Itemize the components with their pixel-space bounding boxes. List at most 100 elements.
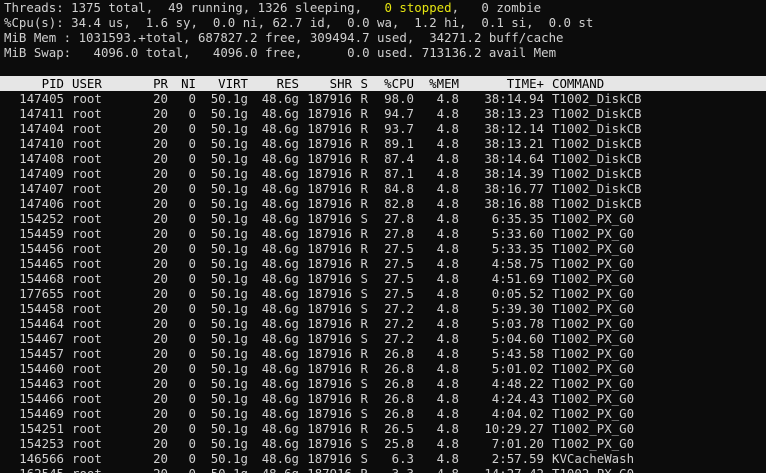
process-row[interactable]: 154253 root 20 0 50.1g 48.6g 187916 S 25.8 4.8 7:0… (0, 436, 766, 451)
process-state: S (360, 406, 368, 421)
threads-summary-line: Threads: 1375 total, 49 running, 1326 sl… (0, 0, 766, 15)
process-mem-percent: 4.8 (436, 316, 459, 331)
process-row[interactable]: 154469 root 20 0 50.1g 48.6g 187916 S 26.8 4.8 4:0… (0, 406, 766, 421)
process-user: root (72, 226, 102, 241)
process-pid: 154463 (19, 376, 64, 391)
column-header-mem: %MEM (429, 76, 459, 91)
process-row[interactable]: 154463 root 20 0 50.1g 48.6g 187916 S 26.8 4.8 4:4… (0, 376, 766, 391)
process-virt: 50.1g (210, 196, 248, 211)
process-cpu-time: 5:01.02 (491, 361, 544, 376)
process-row[interactable]: 154456 root 20 0 50.1g 48.6g 187916 R 27.5 4.8 5:3… (0, 241, 766, 256)
process-user: root (72, 376, 102, 391)
process-row[interactable]: 154466 root 20 0 50.1g 48.6g 187916 R 26.8 4.8 4:2… (0, 391, 766, 406)
process-nice: 0 (188, 331, 196, 346)
process-row[interactable]: 147406 root 20 0 50.1g 48.6g 187916 R 82.8 4.8 38:… (0, 196, 766, 211)
process-virt: 50.1g (210, 136, 248, 151)
process-priority: 20 (153, 436, 168, 451)
process-res: 48.6g (261, 106, 299, 121)
process-shr: 187916 (307, 166, 352, 181)
process-mem-percent: 4.8 (436, 331, 459, 346)
process-row[interactable]: 147409 root 20 0 50.1g 48.6g 187916 R 87.1 4.8 38:… (0, 166, 766, 181)
process-mem-percent: 4.8 (436, 376, 459, 391)
process-priority: 20 (153, 151, 168, 166)
process-state: S (360, 331, 368, 346)
process-row[interactable]: 154252 root 20 0 50.1g 48.6g 187916 S 27.8 4.8 6:3… (0, 211, 766, 226)
process-cpu-time: 6:35.35 (491, 211, 544, 226)
terminal-window[interactable]: Threads: 1375 total, 49 running, 1326 sl… (0, 0, 766, 473)
process-shr: 187916 (307, 121, 352, 136)
process-pid: 154457 (19, 346, 64, 361)
process-state: S (360, 271, 368, 286)
process-shr: 187916 (307, 106, 352, 121)
process-state: R (360, 196, 368, 211)
process-row[interactable]: 147408 root 20 0 50.1g 48.6g 187916 R 87.4 4.8 38:… (0, 151, 766, 166)
memory-summary-line: MiB Mem : 1031593.+total, 687827.2 free,… (4, 30, 564, 45)
process-row[interactable]: 147407 root 20 0 50.1g 48.6g 187916 R 84.8 4.8 38:… (0, 181, 766, 196)
process-nice: 0 (188, 196, 196, 211)
process-nice: 0 (188, 91, 196, 106)
process-row[interactable]: 147405 root 20 0 50.1g 48.6g 187916 R 98.0 4.8 38:… (0, 91, 766, 106)
process-nice: 0 (188, 271, 196, 286)
process-cpu-percent: 27.5 (384, 271, 414, 286)
process-row[interactable]: 154458 root 20 0 50.1g 48.6g 187916 S 27.2 4.8 5:3… (0, 301, 766, 316)
column-header-user: USER (72, 76, 102, 91)
process-mem-percent: 4.8 (436, 421, 459, 436)
process-nice: 0 (188, 391, 196, 406)
process-row[interactable]: 147410 root 20 0 50.1g 48.6g 187916 R 89.1 4.8 38:… (0, 136, 766, 151)
process-cpu-time: 38:14.64 (484, 151, 544, 166)
process-row[interactable]: 154460 root 20 0 50.1g 48.6g 187916 R 26.8 4.8 5:0… (0, 361, 766, 376)
process-state: R (360, 256, 368, 271)
process-command: T1002_PX_G0 (552, 241, 635, 256)
process-state: R (360, 91, 368, 106)
process-row[interactable]: 154468 root 20 0 50.1g 48.6g 187916 S 27.5 4.8 4:5… (0, 271, 766, 286)
process-state: R (360, 181, 368, 196)
process-priority: 20 (153, 286, 168, 301)
process-priority: 20 (153, 376, 168, 391)
process-row[interactable]: 147404 root 20 0 50.1g 48.6g 187916 R 93.7 4.8 38:… (0, 121, 766, 136)
process-cpu-percent: 89.1 (384, 136, 414, 151)
process-nice: 0 (188, 256, 196, 271)
process-cpu-time: 5:04.60 (491, 331, 544, 346)
process-command: T1002_PX_G0 (552, 361, 635, 376)
process-row[interactable]: 177655 root 20 0 50.1g 48.6g 187916 S 27.5 4.8 0:0… (0, 286, 766, 301)
process-nice: 0 (168, 466, 196, 473)
process-pid: 154456 (19, 241, 64, 256)
process-nice: 0 (188, 361, 196, 376)
process-user: root (72, 151, 102, 166)
process-row[interactable]: 162545root20050.1g48.6g187916R3.34.814:2… (0, 466, 766, 473)
process-shr: 187916 (307, 346, 352, 361)
process-shr: 187916 (307, 301, 352, 316)
process-user: root (72, 256, 102, 271)
process-shr: 187916 (307, 91, 352, 106)
process-cpu-time: 38:16.88 (484, 196, 544, 211)
process-user: root (72, 91, 102, 106)
process-shr: 187916 (307, 391, 352, 406)
process-row[interactable]: 154467 root 20 0 50.1g 48.6g 187916 S 27.2 4.8 5:0… (0, 331, 766, 346)
process-command: T1002_PX_G0 (552, 286, 635, 301)
process-row[interactable]: 154465 root 20 0 50.1g 48.6g 187916 R 27.5 4.8 4:5… (0, 256, 766, 271)
process-row[interactable]: 154251 root 20 0 50.1g 48.6g 187916 R 26.5 4.8 10:… (0, 421, 766, 436)
process-cpu-percent: 87.4 (384, 151, 414, 166)
process-virt: 50.1g (210, 391, 248, 406)
process-shr: 187916 (307, 436, 352, 451)
process-nice: 0 (188, 376, 196, 391)
process-command: T1002_PX_G0 (544, 466, 634, 473)
process-user: root (72, 436, 102, 451)
cpu-summary-line: %Cpu(s): 34.4 us, 1.6 sy, 0.0 ni, 62.7 i… (4, 15, 594, 30)
process-row[interactable]: 154459 root 20 0 50.1g 48.6g 187916 R 27.8 4.8 5:3… (0, 226, 766, 241)
process-cpu-time: 4:58.75 (491, 256, 544, 271)
process-row[interactable]: 154464 root 20 0 50.1g 48.6g 187916 R 27.2 4.8 5:0… (0, 316, 766, 331)
process-virt: 50.1g (210, 331, 248, 346)
process-row[interactable]: 147411 root 20 0 50.1g 48.6g 187916 R 94.7 4.8 38:… (0, 106, 766, 121)
process-row[interactable]: 154457 root 20 0 50.1g 48.6g 187916 R 26.8 4.8 5:4… (0, 346, 766, 361)
process-user: root (64, 466, 144, 473)
process-res: 48.6g (261, 256, 299, 271)
process-cpu-time: 4:51.69 (491, 271, 544, 286)
process-row[interactable]: 146566 root 20 0 50.1g 48.6g 187916 S 6.3 4.8 2:57… (0, 451, 766, 466)
process-cpu-percent: 27.2 (384, 331, 414, 346)
process-virt: 50.1g (210, 106, 248, 121)
process-priority: 20 (153, 406, 168, 421)
process-mem-percent: 4.8 (436, 181, 459, 196)
process-nice: 0 (188, 421, 196, 436)
process-state: R (360, 226, 368, 241)
